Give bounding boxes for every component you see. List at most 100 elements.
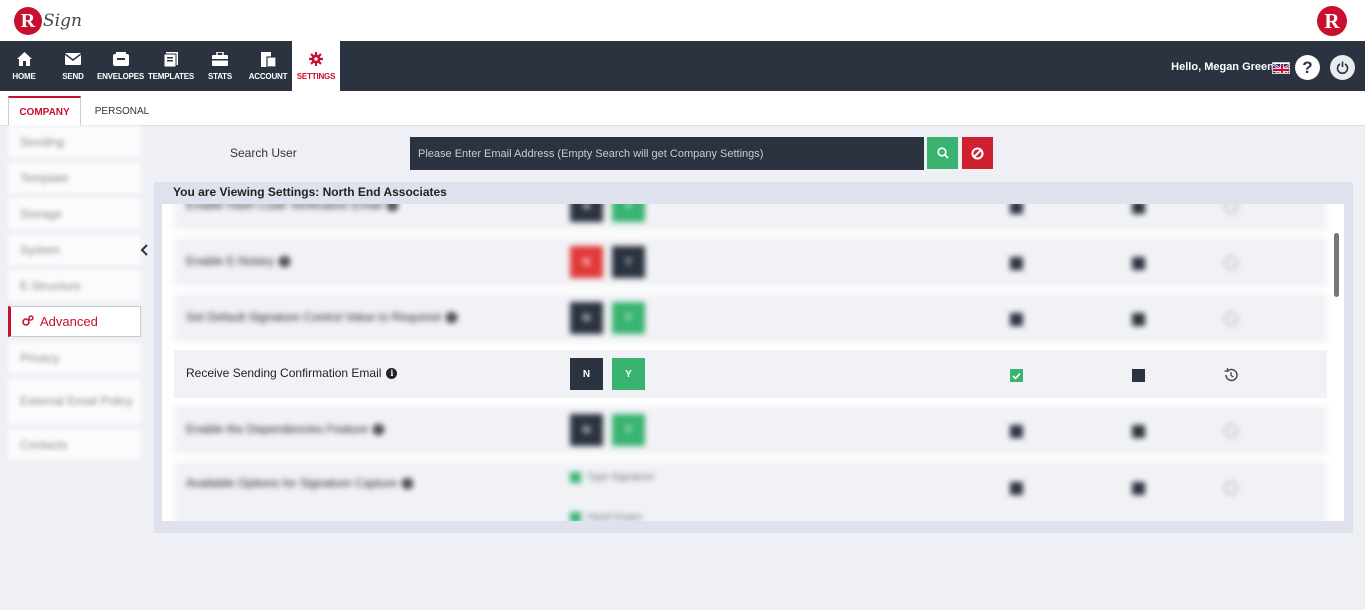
info-icon[interactable]: i <box>387 204 399 211</box>
yes-button[interactable]: Y <box>612 246 645 278</box>
user-greeting[interactable]: Hello, Megan Greene <box>1171 61 1280 73</box>
nav-envelopes-label: ENVELOPES <box>96 72 145 81</box>
nav-send-label: SEND <box>62 72 84 81</box>
tab-company[interactable]: COMPANY <box>8 96 81 126</box>
sidebar-item-label: Advanced <box>40 314 98 329</box>
panel-title: You are Viewing Settings: North End Asso… <box>173 185 447 199</box>
collapse-sidebar-icon[interactable] <box>139 243 149 257</box>
sidebar-item-advanced[interactable]: Advanced <box>8 306 141 337</box>
history-icon[interactable] <box>1223 423 1239 439</box>
sidebar-item-label: Sending <box>20 134 65 149</box>
settings-tabs: COMPANY PERSONAL <box>0 91 1365 126</box>
settings-panel: You are Viewing Settings: North End Asso… <box>154 182 1353 533</box>
nav-stats[interactable]: STATS <box>200 41 240 91</box>
sidebar-item-privacy[interactable]: Privacy <box>8 342 141 373</box>
nav-account[interactable]: ACCOUNT <box>246 41 290 91</box>
settings-sidebar: Sending Template Storage System E-Struct… <box>8 126 141 465</box>
sidebar-item-contacts[interactable]: Contacts <box>8 429 141 460</box>
setting-label: Enable E-Notary i <box>186 254 291 268</box>
inbox-icon <box>112 51 129 67</box>
search-email-input[interactable] <box>410 137 924 170</box>
help-button[interactable]: ? <box>1295 55 1320 80</box>
scrollbar[interactable] <box>1334 233 1339 297</box>
no-button[interactable]: N <box>570 246 603 278</box>
power-icon <box>1336 61 1349 74</box>
sidebar-item-system[interactable]: System <box>8 234 141 265</box>
override-checkbox[interactable] <box>1010 369 1023 382</box>
sidebar-item-label: Privacy <box>20 350 60 365</box>
info-icon[interactable]: i <box>402 477 414 489</box>
yes-button[interactable]: Y <box>612 414 645 446</box>
yes-button[interactable]: Y <box>612 358 645 390</box>
company-logo: R <box>1317 6 1347 36</box>
search-icon <box>936 147 949 159</box>
yes-button[interactable]: Y <box>612 302 645 334</box>
info-icon[interactable]: i <box>386 367 398 379</box>
history-icon[interactable] <box>1223 204 1239 215</box>
info-icon[interactable]: i <box>279 255 291 267</box>
nav-envelopes[interactable]: ENVELOPES <box>97 41 144 91</box>
setting-row: Enable Hash Code Verification Email i N Y <box>174 204 1327 230</box>
option-hand-drawn[interactable]: Hand Drawn <box>570 512 643 521</box>
checkbox[interactable] <box>1010 425 1023 438</box>
checkbox[interactable] <box>1010 482 1023 495</box>
sidebar-item-label: E-Structure <box>20 278 81 293</box>
checkbox[interactable] <box>1010 257 1023 270</box>
setting-row: Set Default Signature Control Value to R… <box>174 294 1327 342</box>
gear-icon <box>308 51 324 67</box>
setting-label: Enable Hash Code Verification Email i <box>186 204 399 212</box>
history-icon[interactable] <box>1223 367 1239 383</box>
checkbox[interactable] <box>1132 257 1145 270</box>
setting-row: Enable E-Notary i N Y <box>174 238 1327 286</box>
checkbox[interactable] <box>1010 313 1023 326</box>
nav-templates[interactable]: TEMPLATES <box>147 41 195 91</box>
checkbox[interactable] <box>1132 425 1145 438</box>
nav-send[interactable]: SEND <box>53 41 93 91</box>
clear-search-button[interactable] <box>962 137 993 169</box>
lock-checkbox[interactable] <box>1132 369 1145 382</box>
no-button[interactable]: N <box>570 358 603 390</box>
nav-home-label: HOME <box>12 72 36 81</box>
briefcase-icon <box>212 51 228 67</box>
checkbox[interactable] <box>1132 482 1145 495</box>
info-icon[interactable]: i <box>445 311 457 323</box>
sidebar-item-sending[interactable]: Sending <box>8 126 141 157</box>
ban-icon <box>971 147 984 159</box>
setting-row: Enable the Dependencies Feature i N Y <box>174 406 1327 454</box>
check-icon <box>1012 372 1021 380</box>
nav-home[interactable]: HOME <box>4 41 44 91</box>
cogs-icon <box>22 314 34 329</box>
history-icon[interactable] <box>1223 480 1239 496</box>
no-button[interactable]: N <box>570 414 603 446</box>
no-button[interactable]: N <box>570 302 603 334</box>
uk-flag-icon[interactable] <box>1272 62 1290 74</box>
sidebar-item-storage[interactable]: Storage <box>8 198 141 229</box>
templates-icon <box>163 51 179 67</box>
checkbox[interactable] <box>1010 204 1023 214</box>
checkbox[interactable] <box>1132 204 1145 214</box>
sidebar-item-e-structure[interactable]: E-Structure <box>8 270 141 301</box>
info-icon[interactable]: i <box>373 423 385 435</box>
rsign-logo[interactable]: R Sign <box>14 4 82 38</box>
home-icon <box>16 51 32 67</box>
tab-personal[interactable]: PERSONAL <box>86 96 158 126</box>
search-button[interactable] <box>927 137 958 169</box>
setting-label: Available Options for Signature Capture i <box>186 476 414 490</box>
nav-settings-label: SETTINGS <box>296 72 336 81</box>
nav-settings[interactable]: SETTINGS <box>292 41 340 91</box>
sidebar-item-external-email-policy[interactable]: External Email Policy <box>8 378 141 424</box>
settings-list[interactable]: Enable Hash Code Verification Email i N Y… <box>162 204 1344 521</box>
sidebar-item-template[interactable]: Template <box>8 162 141 193</box>
logout-button[interactable] <box>1330 55 1355 80</box>
account-icon <box>260 51 276 67</box>
history-icon[interactable] <box>1223 311 1239 327</box>
user-name: Megan Greene <box>1204 61 1280 73</box>
search-user-label: Search User <box>230 146 297 160</box>
history-icon[interactable] <box>1223 255 1239 271</box>
yes-button[interactable]: Y <box>612 204 645 222</box>
envelope-icon <box>65 51 81 67</box>
no-button[interactable]: N <box>570 204 603 222</box>
checkbox[interactable] <box>1132 313 1145 326</box>
option-type-signature[interactable]: Type Signature <box>570 472 654 483</box>
sidebar-item-label: Template <box>20 170 69 185</box>
